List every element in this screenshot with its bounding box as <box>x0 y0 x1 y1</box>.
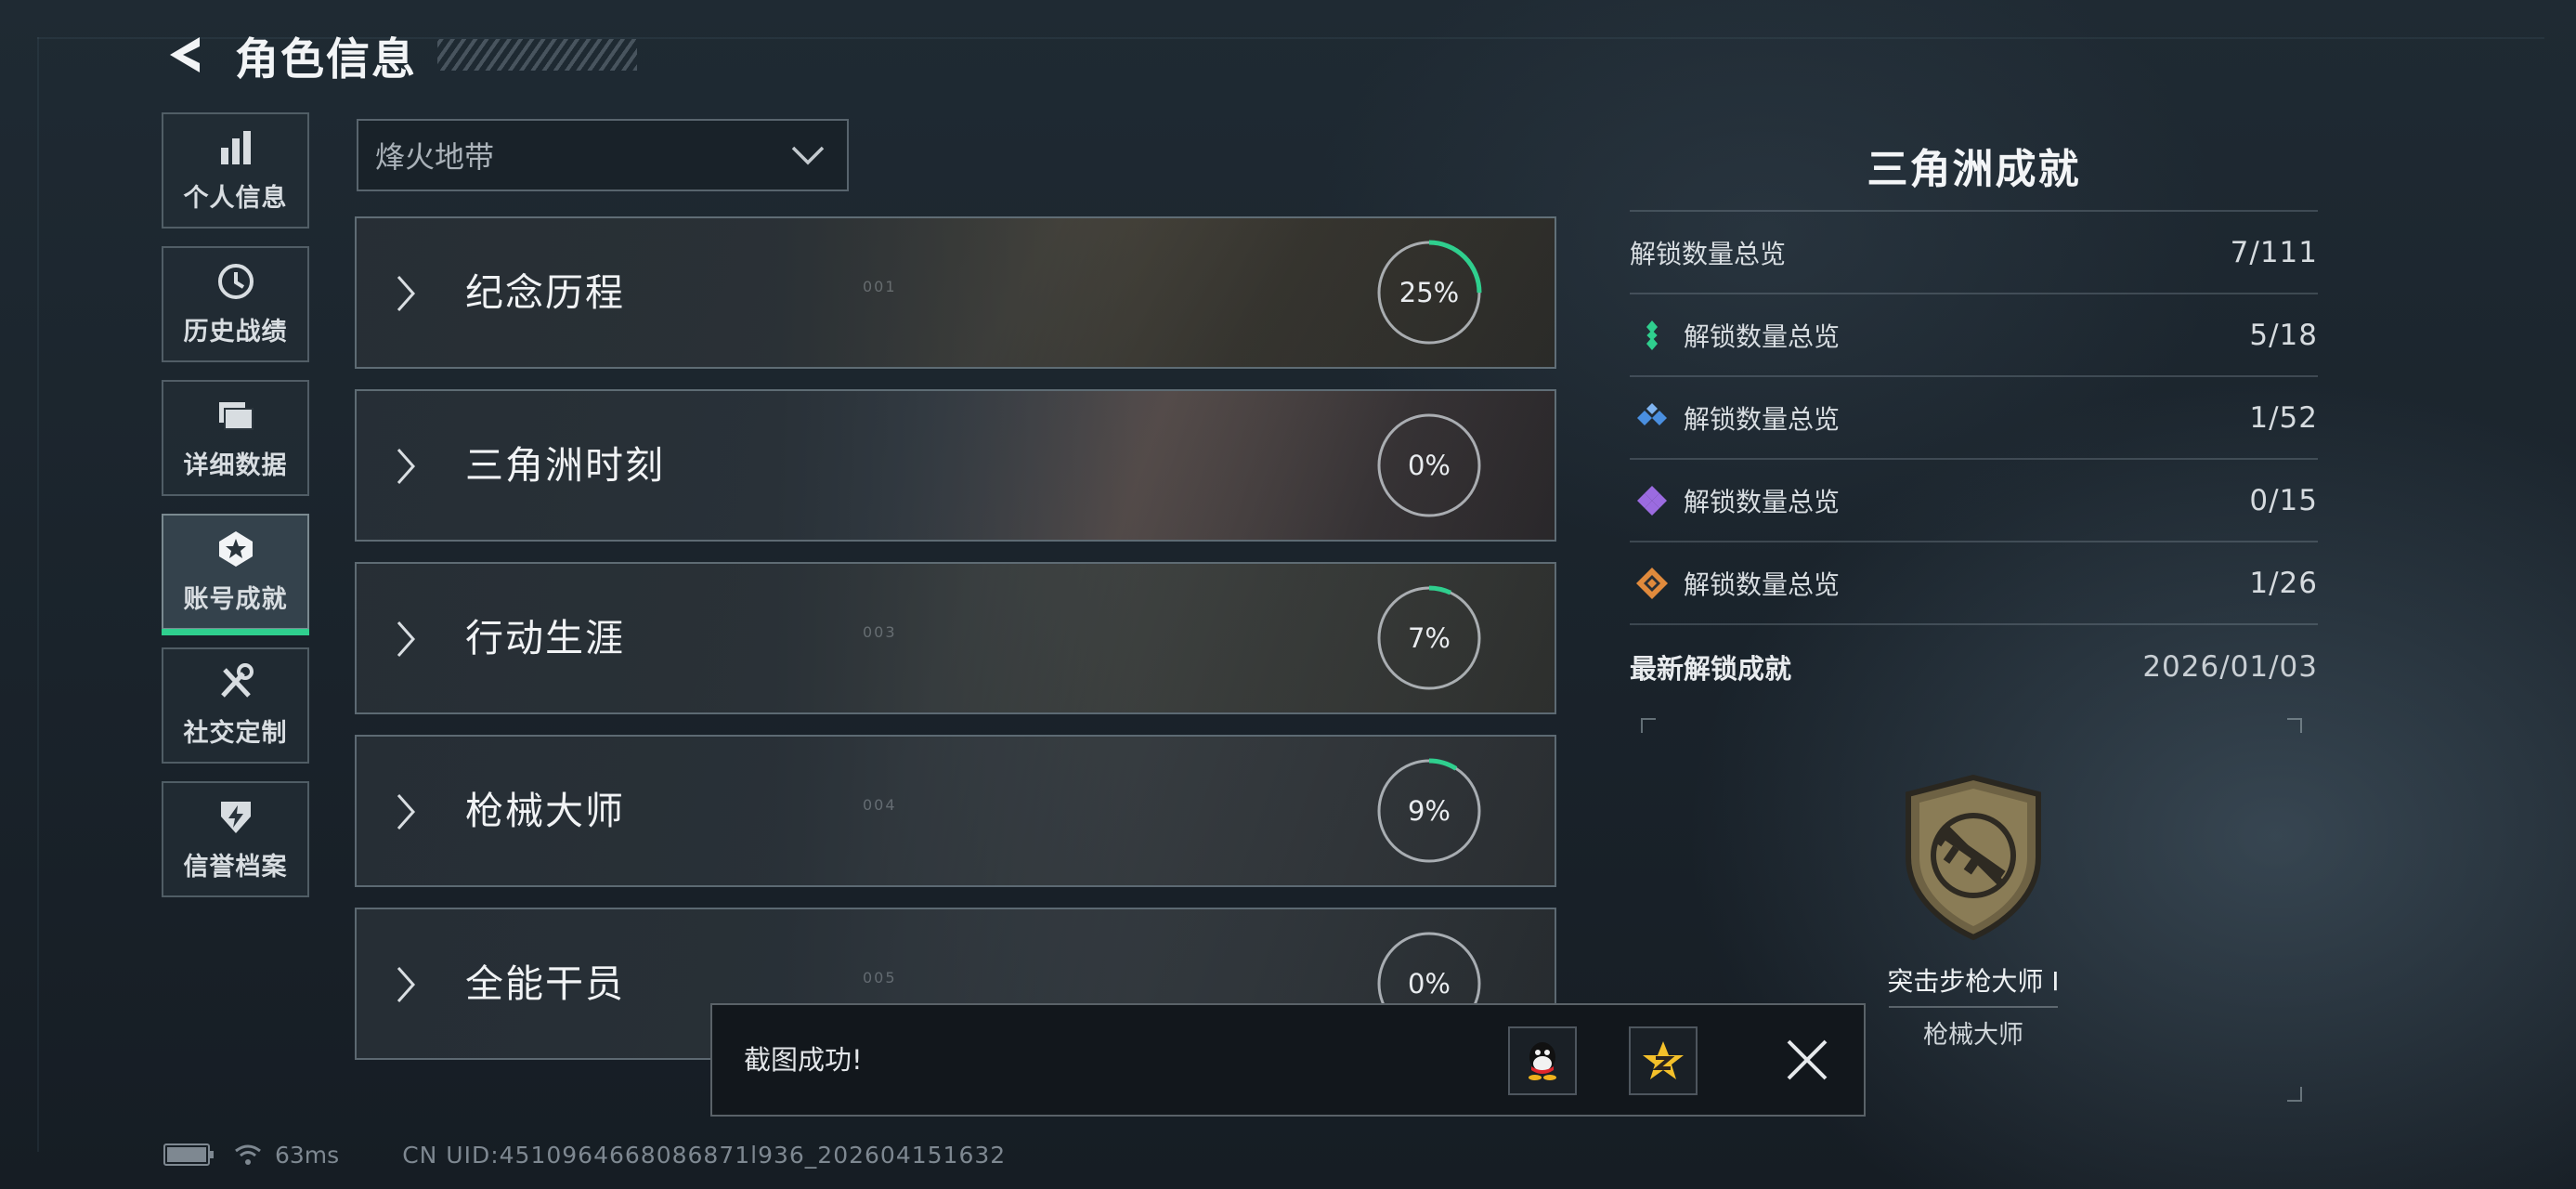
qq-icon <box>1529 1042 1556 1080</box>
summary-row-blue: 解锁数量总览 1/52 <box>1630 375 2318 458</box>
summary-label: 解锁数量总览 <box>1684 403 1841 435</box>
category-label: 行动生涯 <box>465 616 625 660</box>
title-decoration <box>437 39 637 71</box>
summary-value: 0/15 <box>2249 483 2318 517</box>
summary-label: 解锁数量总览 <box>1684 568 1841 600</box>
nav-item-label: 历史战绩 <box>183 318 288 346</box>
status-footer: 63ms CN UID:4510964668086871l936_2026041… <box>163 1141 1006 1169</box>
battery-icon <box>163 1143 214 1166</box>
nav-item-history[interactable]: 历史战绩 <box>162 246 309 362</box>
qzone-icon <box>1643 1041 1684 1079</box>
summary-row-green: 解锁数量总览 5/18 <box>1630 293 2318 375</box>
card-number: 003 <box>863 623 897 641</box>
progress-percent: 0% <box>1407 450 1451 481</box>
summary-row-orange: 解锁数量总览 1/26 <box>1630 541 2318 623</box>
orange-diamond-icon <box>1636 567 1668 599</box>
nav-item-label: 详细数据 <box>183 451 288 480</box>
ping-value: 63ms <box>275 1141 340 1169</box>
tools-icon <box>220 663 254 698</box>
latest-unlock-label: 最新解锁成就 <box>1630 653 1792 685</box>
category-card-career[interactable]: 003 行动生涯 7% <box>355 562 1556 714</box>
medal-category: 枪械大师 <box>1923 1021 2023 1050</box>
panel-title: 三角洲成就 <box>1867 146 2081 193</box>
medal-name: 突击步枪大师 I <box>1887 966 2060 997</box>
nav-item-personal-info[interactable]: 个人信息 <box>162 112 309 229</box>
summary-row-purple: 解锁数量总览 0/15 <box>1630 458 2318 541</box>
page-title: 角色信息 <box>235 33 417 85</box>
wifi-icon <box>235 1144 261 1165</box>
summary-label: 解锁数量总览 <box>1684 320 1841 352</box>
page-header: 角色信息 <box>163 22 637 87</box>
share-qzone-button[interactable] <box>1629 1026 1698 1095</box>
close-icon[interactable] <box>1783 1036 1831 1084</box>
achievement-category-list: 001 纪念历程 25% 三角洲时刻 0% 003 行动生涯 7% 004 枪械… <box>355 216 1556 1080</box>
credit-shield-icon <box>220 802 251 833</box>
share-qq-button[interactable] <box>1508 1026 1577 1095</box>
nav-item-credit[interactable]: 信誉档案 <box>162 781 309 897</box>
history-clock-icon <box>217 264 254 299</box>
back-arrow-icon[interactable] <box>163 32 209 78</box>
side-nav: 个人信息 历史战绩 详细数据 账号成就 社交定制 信誉档案 <box>162 112 313 915</box>
achievement-summary-panel: 三角洲成就 解锁数量总览 7/111 解锁数量总览 5/18 解锁数量总览 1/… <box>1630 130 2318 709</box>
nav-item-detail-data[interactable]: 详细数据 <box>162 380 309 496</box>
rifle-medal-icon[interactable] <box>1899 774 2048 941</box>
frame-corner <box>2287 1087 2302 1102</box>
medal-divider <box>1889 1006 2058 1008</box>
card-number: 001 <box>863 278 897 295</box>
nav-item-label: 信誉档案 <box>183 853 288 882</box>
latest-unlock-row: 最新解锁成就 2026/01/03 <box>1630 623 2318 709</box>
category-label: 枪械大师 <box>465 789 625 833</box>
user-uid: CN UID:4510964668086871l936_202604151632 <box>402 1141 1007 1169</box>
summary-value: 1/26 <box>2249 566 2318 600</box>
dropdown-selected: 烽火地带 <box>375 139 495 175</box>
progress-percent: 25% <box>1399 277 1460 308</box>
frame-corner <box>2287 718 2302 733</box>
frame-corner <box>1641 718 1656 733</box>
achievement-badge-icon <box>218 531 253 567</box>
category-card-weapon-master[interactable]: 004 枪械大师 9% <box>355 735 1556 887</box>
category-label: 三角洲时刻 <box>465 443 665 488</box>
category-label: 纪念历程 <box>465 270 625 315</box>
green-diamond-icon <box>1646 320 1658 350</box>
toast-message: 截图成功! <box>744 1044 863 1076</box>
screenshot-toast: 截图成功! <box>710 1003 1866 1117</box>
blue-diamond-icon <box>1637 402 1667 425</box>
nav-item-label: 账号成就 <box>183 585 288 614</box>
purple-diamond-icon <box>1637 485 1667 516</box>
summary-value: 1/52 <box>2249 400 2318 435</box>
chevron-right-icon <box>397 276 416 311</box>
card-number: 004 <box>863 796 897 814</box>
progress-percent: 9% <box>1407 795 1451 827</box>
chevron-right-icon <box>397 794 416 830</box>
nav-item-social[interactable]: 社交定制 <box>162 647 309 764</box>
chevron-right-icon <box>397 621 416 657</box>
summary-value: 7/111 <box>2230 235 2318 269</box>
category-label: 全能干员 <box>465 961 625 1006</box>
mode-dropdown[interactable]: 烽火地带 <box>357 119 849 191</box>
progress-percent: 7% <box>1407 622 1451 654</box>
folder-icon <box>218 402 254 430</box>
summary-value: 5/18 <box>2249 318 2318 352</box>
chevron-right-icon <box>397 449 416 484</box>
chevron-right-icon <box>397 967 416 1002</box>
chevron-down-icon <box>791 146 825 165</box>
summary-row-total: 解锁数量总览 7/111 <box>1630 210 2318 293</box>
nav-item-label: 个人信息 <box>183 184 288 213</box>
category-card-memorial[interactable]: 001 纪念历程 25% <box>355 216 1556 369</box>
nav-item-achievements[interactable]: 账号成就 <box>162 514 309 635</box>
category-card-delta-moments[interactable]: 三角洲时刻 0% <box>355 389 1556 542</box>
grid-line <box>37 37 39 1152</box>
summary-label: 解锁数量总览 <box>1630 238 1787 269</box>
card-number: 005 <box>863 969 897 986</box>
summary-label: 解锁数量总览 <box>1684 486 1841 517</box>
bar-chart-icon <box>220 131 251 164</box>
nav-item-label: 社交定制 <box>183 719 288 748</box>
latest-unlock-date: 2026/01/03 <box>2142 650 2318 684</box>
